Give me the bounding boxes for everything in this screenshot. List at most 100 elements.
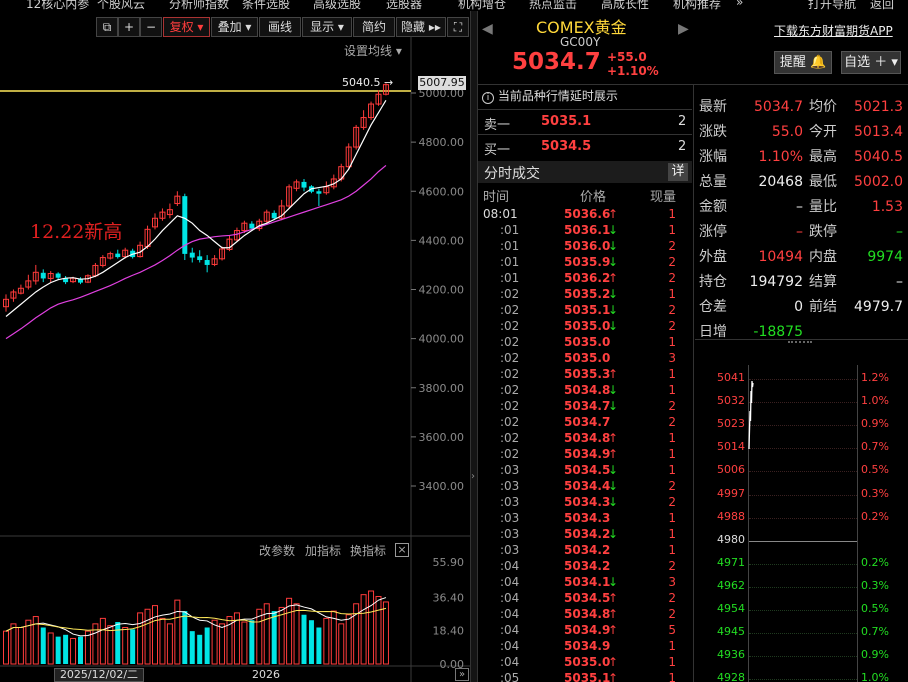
trade-price: 5034.8 (564, 607, 611, 621)
last-price: 5034.7 (512, 49, 601, 75)
mini-price-line-svg (748, 380, 754, 450)
mini-intraday-chart[interactable]: 5041 1.2% 5032 1.0% 5023 0.9% 5014 0.7% 5006 0.5%… (695, 351, 908, 682)
volume-bar (308, 620, 314, 664)
quote-key: 涨跌 (699, 124, 727, 140)
trade-volume: 1 (668, 655, 676, 669)
trade-price: 5034.5 (564, 591, 611, 605)
trade-row: :04 5034.5 ↑ 2 (478, 590, 692, 606)
download-app-link[interactable]: 下载东方财富期货APP (774, 22, 893, 39)
menu-item-back[interactable]: 返回 (870, 0, 894, 11)
menu-item[interactable]: 热点监击 (529, 0, 577, 11)
mini-price-line (748, 380, 754, 450)
trade-row: :03 5034.2 ↓ 1 (478, 526, 692, 542)
trade-price: 5034.3 (564, 495, 611, 509)
volume-bar (189, 631, 195, 664)
trade-volume: 1 (668, 511, 676, 525)
trade-price: 5035.1 (564, 671, 611, 682)
panel-splitter[interactable]: › (470, 11, 478, 682)
menu-item-nav[interactable]: 打开导航 (808, 0, 856, 11)
quote-row: 涨跌 55.0 今开 5013.4 (695, 120, 908, 145)
volume-bar (137, 612, 144, 665)
volume-bar (316, 627, 322, 664)
bell-icon: 🔔 (809, 55, 827, 70)
arrow-down-icon: ↓ (608, 575, 619, 589)
quote-value: 0 (794, 299, 803, 315)
menu-item[interactable]: 高级选股 (313, 0, 361, 11)
volume-bar (25, 619, 32, 665)
quote-value: 5040.5 (854, 149, 903, 165)
menu-item[interactable]: 条件选股 (242, 0, 290, 11)
trade-row: :02 5034.8 ↓ 1 (478, 382, 692, 398)
trade-row: :03 5034.3 ↓ 2 (478, 494, 692, 510)
price-change: +55.0 (607, 50, 647, 64)
quote-row: 金额 – 量比 1.53 (695, 195, 908, 220)
trade-time: :04 (500, 559, 520, 573)
quote-value: – (796, 199, 803, 215)
trade-row: :03 5034.5 ↓ 1 (478, 462, 692, 478)
trade-volume: 1 (668, 543, 676, 557)
volume-tick-label: 55.90 (433, 556, 465, 569)
volume-bar (360, 594, 367, 665)
quote-key: 量比 (809, 199, 837, 215)
menu-item[interactable]: 12核心内参 (26, 0, 89, 11)
prev-symbol-icon[interactable]: ◀ (482, 21, 493, 37)
volume-bar (144, 608, 151, 665)
volume-bar (263, 603, 270, 665)
volume-bar (211, 619, 218, 665)
trade-time: :02 (500, 431, 520, 445)
candle-body (189, 252, 195, 258)
volume-bar (152, 605, 158, 665)
quote-key: 金额 (699, 199, 727, 215)
volume-tick-label: 18.40 (433, 624, 465, 637)
next-symbol-icon[interactable]: ▶ (678, 21, 689, 37)
menu-item[interactable]: 分析师指数 (169, 0, 229, 11)
trade-row: :02 5034.7 2 (478, 414, 692, 430)
add-indicator-link[interactable]: 加指标 (305, 542, 341, 559)
trade-volume: 2 (668, 399, 676, 413)
trade-volume: 3 (668, 575, 676, 589)
alert-label: 提醒 (779, 55, 806, 70)
volume-bar (293, 603, 300, 665)
volume-bar (107, 625, 114, 665)
quote-row: 涨幅 1.10% 最高 5040.5 (695, 145, 908, 170)
menu-item[interactable]: 机构增仓 (458, 0, 506, 11)
collapse-handle-icon[interactable]: › (471, 471, 477, 487)
menu-item[interactable]: 高成长性 (601, 0, 649, 11)
date-label: 2025/12/02/二 (54, 668, 144, 682)
trade-price: 5034.3 (564, 511, 611, 525)
volume-bar (159, 617, 166, 665)
add-watchlist-button[interactable]: 自选 ＋ ▾ (841, 51, 901, 74)
arrow-up-icon: ↑ (608, 447, 619, 461)
trade-row: :04 5034.9 ↑ 5 (478, 622, 692, 638)
trade-volume: 2 (668, 559, 676, 573)
alert-button[interactable]: 提醒 🔔 (774, 51, 832, 74)
kline-svg[interactable]: 5000.004800.004600.004400.004200.004000.… (0, 11, 470, 682)
quote-key: 跌停 (809, 224, 837, 240)
volume-bar (204, 627, 210, 664)
candle-body (115, 253, 121, 258)
volume-bar (17, 627, 24, 665)
trade-row: :03 5034.3 1 (478, 510, 692, 526)
candle-body (271, 212, 277, 219)
switch-indicator-link[interactable]: 换指标 (350, 542, 386, 559)
trade-volume: 1 (668, 671, 676, 682)
menu-item[interactable]: 个股风云 (97, 0, 145, 11)
quote-value: 55.0 (771, 124, 803, 140)
change-param-link[interactable]: 改参数 (259, 542, 295, 559)
candle-body (197, 256, 203, 261)
resize-grip-icon[interactable] (788, 341, 812, 345)
divider (695, 339, 908, 340)
scroll-right-icon[interactable]: » (455, 668, 469, 681)
close-icon[interactable]: × (395, 543, 409, 557)
trade-time: :04 (500, 623, 520, 637)
menu-item[interactable]: 选股器 (386, 0, 422, 11)
menu-item[interactable]: 机构推荐 (673, 0, 721, 11)
trade-time: :03 (500, 527, 520, 541)
menu-more-icon[interactable]: » (736, 0, 743, 9)
y-tick-label: 4600.00 (419, 185, 465, 198)
quote-key: 结算 (809, 274, 837, 290)
quote-key: 外盘 (699, 249, 727, 265)
year-label: 2026 (252, 668, 280, 681)
trade-price: 5034.8 (564, 383, 611, 397)
trade-price: 5034.7 (564, 415, 611, 429)
